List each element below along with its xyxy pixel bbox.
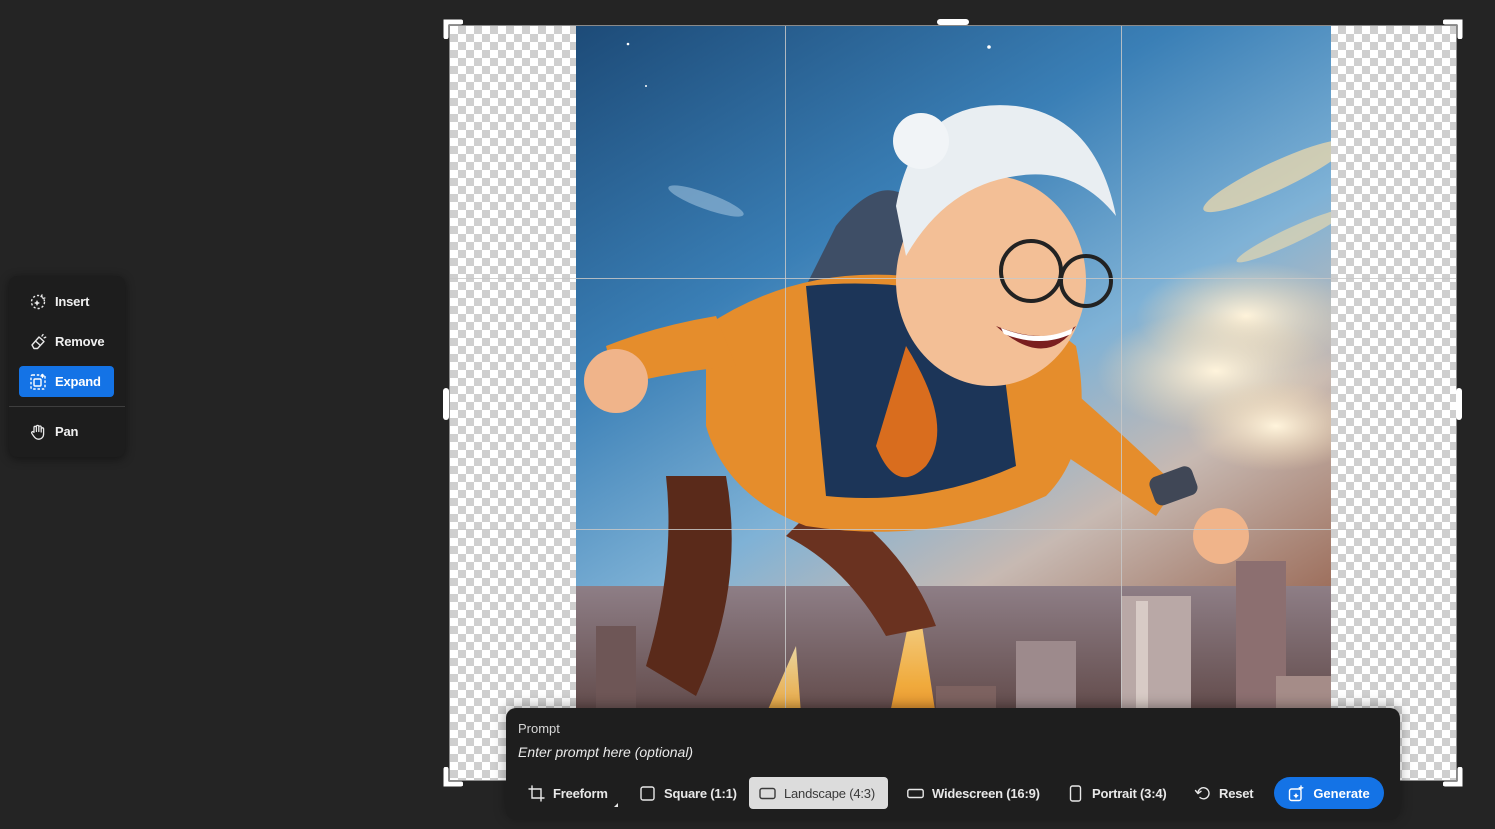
pan-tool-label: Pan xyxy=(55,424,79,439)
hand-icon xyxy=(31,424,45,440)
portrait-ratio-label: Portrait (3:4) xyxy=(1092,785,1167,801)
widescreen-ratio-label: Widescreen (16:9) xyxy=(932,785,1040,801)
portrait-ratio-button[interactable]: Portrait (3:4) xyxy=(1057,777,1177,809)
corner-handle-bottom-left[interactable] xyxy=(443,767,463,787)
edge-handle-left[interactable] xyxy=(443,388,449,420)
grid-line-horizontal xyxy=(450,529,1456,530)
eraser-icon xyxy=(31,333,47,349)
insert-tool-label: Insert xyxy=(55,294,90,309)
freeform-dropdown-icon xyxy=(613,803,618,807)
edge-handle-top[interactable] xyxy=(937,19,969,25)
reset-label: Reset xyxy=(1219,785,1254,801)
grid-line-horizontal xyxy=(450,278,1456,279)
tool-divider xyxy=(9,406,125,407)
freeform-label: Freeform xyxy=(553,785,608,801)
prompt-label: Prompt xyxy=(518,721,560,736)
pan-tool-button[interactable]: Pan xyxy=(19,416,114,447)
corner-handle-bottom-right[interactable] xyxy=(1443,767,1463,787)
corner-handle-top-left[interactable] xyxy=(443,19,463,39)
landscape-ratio-button[interactable]: Landscape (4:3) xyxy=(749,777,888,809)
source-image xyxy=(576,26,1331,780)
generate-sparkle-icon xyxy=(1289,784,1304,801)
square-ratio-label: Square (1:1) xyxy=(664,785,737,801)
expand-tool-button[interactable]: Expand xyxy=(19,366,114,397)
reset-button[interactable]: Reset xyxy=(1184,777,1263,809)
widescreen-ratio-button[interactable]: Widescreen (16:9) xyxy=(897,777,1050,809)
widescreen-icon xyxy=(907,788,924,798)
grid-line-vertical xyxy=(1121,26,1122,780)
square-ratio-button[interactable]: Square (1:1) xyxy=(629,777,747,809)
freeform-button[interactable]: Freeform xyxy=(518,777,618,809)
remove-tool-button[interactable]: Remove xyxy=(19,326,114,357)
expand-icon xyxy=(30,373,46,390)
tool-rail: Insert Remove Expand Pan xyxy=(9,276,125,457)
edge-handle-right[interactable] xyxy=(1456,388,1462,420)
expand-tool-label: Expand xyxy=(55,374,101,389)
insert-sparkle-icon xyxy=(30,293,46,309)
generate-label: Generate xyxy=(1313,785,1370,801)
expand-canvas[interactable] xyxy=(449,25,1457,781)
insert-tool-button[interactable]: Insert xyxy=(19,286,114,317)
prompt-panel: Prompt Freeform Square (1:1) Landscape (… xyxy=(506,708,1400,820)
generate-button[interactable]: Generate xyxy=(1274,777,1384,809)
landscape-icon xyxy=(759,787,776,799)
square-icon xyxy=(640,785,655,801)
crop-icon xyxy=(528,784,545,802)
corner-handle-top-right[interactable] xyxy=(1443,19,1463,39)
remove-tool-label: Remove xyxy=(55,334,105,349)
prompt-input[interactable] xyxy=(518,741,1378,763)
portrait-icon xyxy=(1069,784,1082,802)
landscape-ratio-label: Landscape (4:3) xyxy=(784,785,875,801)
undo-icon xyxy=(1194,786,1210,799)
grid-line-vertical xyxy=(785,26,786,780)
